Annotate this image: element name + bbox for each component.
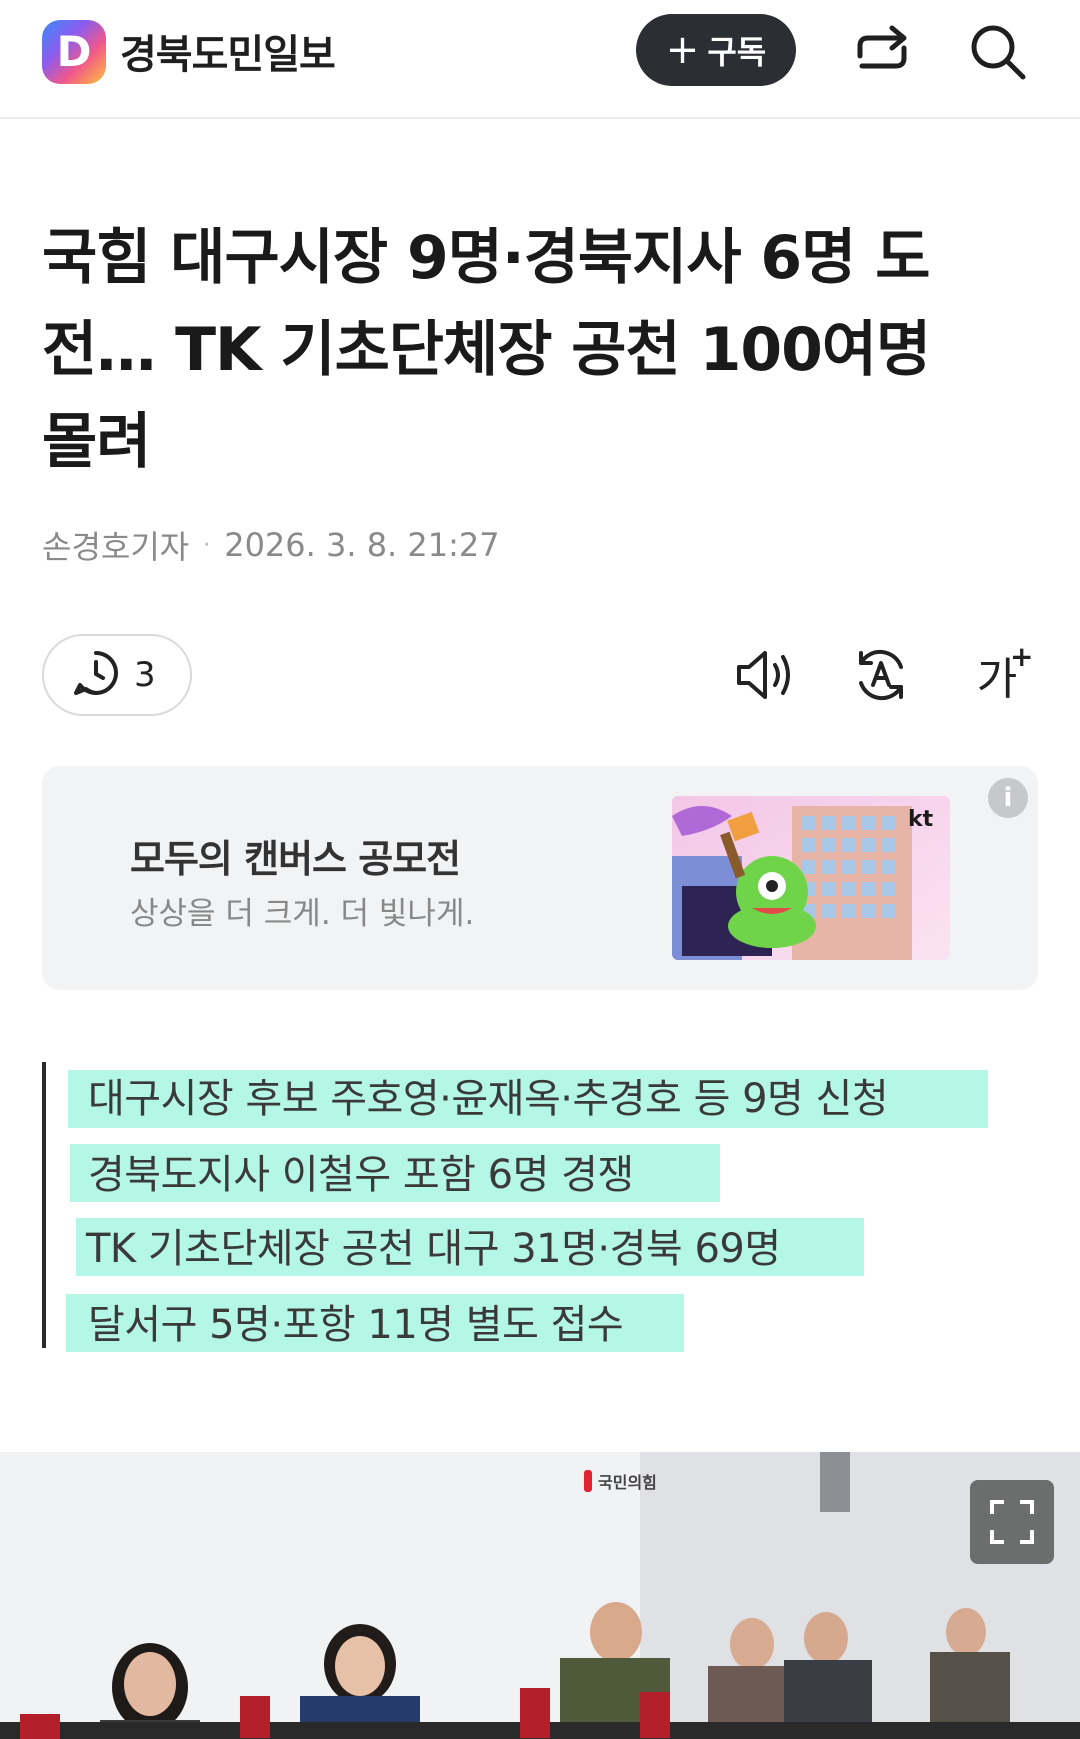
summary-line-1: 대구시장 후보 주호영·윤재옥·추경호 등 9명 신청 bbox=[88, 1076, 889, 1122]
comment-button[interactable]: 3 bbox=[42, 634, 192, 716]
article-title: 국힘 대구시장 9명·경북지사 6명 도 전… TK 기초단체장 공천 100여… bbox=[42, 212, 1032, 488]
ad-image[interactable]: kt bbox=[672, 796, 950, 960]
meta-separator: · bbox=[203, 532, 211, 558]
comment-icon bbox=[72, 649, 120, 701]
top-header: D 경북도민일보 + 구독 bbox=[0, 0, 1080, 119]
summary-line-4: 달서구 5명·포항 11명 별도 접수 bbox=[88, 1302, 624, 1348]
author-name[interactable]: 손경호기자 bbox=[42, 522, 189, 568]
share-icon[interactable] bbox=[848, 18, 916, 86]
summary-line-3: TK 기초단체장 공천 대구 31명·경북 69명 bbox=[86, 1226, 781, 1272]
article-photo[interactable]: 국민의힘 bbox=[0, 1452, 1080, 1739]
ad-brand: kt bbox=[908, 807, 934, 832]
subscribe-button[interactable]: + 구독 bbox=[636, 14, 796, 86]
subscribe-label: 구독 bbox=[707, 33, 767, 71]
ad-subline: 상상을 더 크게. 더 빛나게. bbox=[130, 896, 475, 932]
photo-sign-text: 국민의힘 bbox=[598, 1473, 657, 1492]
speaker-icon[interactable] bbox=[728, 638, 802, 712]
article-summary: 대구시장 후보 주호영·윤재옥·추경호 등 9명 신청 경북도지사 이철우 포함… bbox=[42, 1062, 1022, 1352]
press-name[interactable]: 경북도민일보 bbox=[120, 22, 336, 80]
translate-icon[interactable] bbox=[844, 638, 918, 712]
plus-small-icon: + bbox=[1010, 640, 1034, 673]
summary-line-2: 경북도지사 이철우 포함 6명 경쟁 bbox=[88, 1152, 634, 1198]
publish-datetime: 2026. 3. 8. 21:27 bbox=[224, 526, 500, 564]
font-size-icon[interactable]: 가 + bbox=[960, 638, 1034, 712]
article-meta: 손경호기자 · 2026. 3. 8. 21:27 bbox=[42, 522, 500, 568]
ad-banner[interactable]: 모두의 캔버스 공모전 상상을 더 크게. 더 빛나게. kt i bbox=[42, 766, 1038, 990]
ad-headline: 모두의 캔버스 공모전 bbox=[130, 837, 461, 881]
title-line-2: 전… TK 기초단체장 공천 100여명 bbox=[42, 315, 931, 385]
info-icon[interactable]: i bbox=[988, 778, 1028, 818]
search-icon[interactable] bbox=[964, 18, 1032, 86]
title-line-1: 국힘 대구시장 9명·경북지사 6명 도 bbox=[42, 223, 930, 293]
comment-count: 3 bbox=[134, 655, 156, 695]
plus-icon: + bbox=[665, 27, 700, 73]
title-line-3: 몰려 bbox=[42, 407, 151, 477]
expand-icon[interactable] bbox=[970, 1480, 1054, 1564]
press-logo[interactable]: D bbox=[42, 20, 106, 84]
logo-letter: D bbox=[56, 27, 92, 76]
